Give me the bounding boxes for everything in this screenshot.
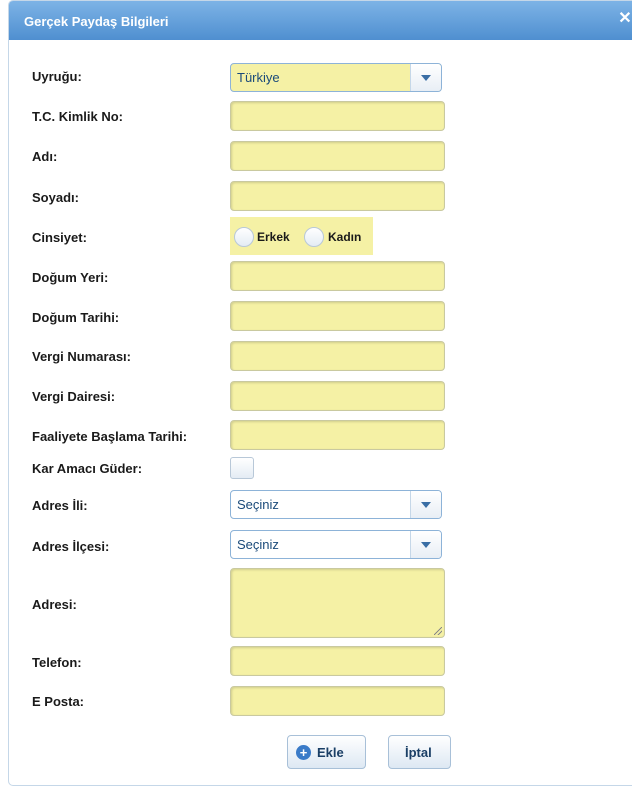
- erkek-label[interactable]: Erkek: [257, 230, 290, 244]
- adres-ili-label: Adres İli:: [32, 498, 88, 513]
- adi-label: Adı:: [32, 149, 58, 164]
- adres-ilcesi-value: Seçiniz: [237, 537, 279, 552]
- faaliyete-baslama-tarihi-input[interactable]: [230, 420, 445, 450]
- telefon-input[interactable]: [230, 646, 445, 676]
- dialog-titlebar[interactable]: Gerçek Paydaş Bilgileri ✕: [9, 1, 632, 40]
- telefon-label: Telefon:: [32, 655, 82, 670]
- e-posta-input[interactable]: [230, 686, 445, 716]
- tc-kimlik-no-label: T.C. Kimlik No:: [32, 109, 124, 124]
- vergi-numarasi-input[interactable]: [230, 341, 445, 371]
- plus-icon: +: [296, 745, 311, 760]
- erkek-radio[interactable]: [234, 227, 254, 247]
- adresi-textarea[interactable]: [230, 568, 445, 638]
- vergi-numarasi-label: Vergi Numarası:: [32, 349, 131, 364]
- vergi-dairesi-label: Vergi Dairesi:: [32, 389, 116, 404]
- vergi-dairesi-input[interactable]: [230, 381, 445, 411]
- chevron-down-icon: [421, 75, 431, 81]
- kadin-label[interactable]: Kadın: [328, 230, 361, 244]
- dogum-tarihi-input[interactable]: [230, 301, 445, 331]
- chevron-down-icon: [421, 542, 431, 548]
- kar-amaci-guder-label: Kar Amacı Güder:: [32, 461, 143, 476]
- uyrugu-value: Türkiye: [237, 70, 280, 85]
- dogum-yeri-input[interactable]: [230, 261, 445, 291]
- cinsiyet-label: Cinsiyet:: [32, 230, 87, 245]
- ekle-button[interactable]: + Ekle: [287, 735, 366, 769]
- chevron-down-icon: [421, 502, 431, 508]
- kar-amaci-guder-checkbox[interactable]: [230, 457, 254, 479]
- soyadi-input[interactable]: [230, 181, 445, 211]
- tc-kimlik-no-input[interactable]: [230, 101, 445, 131]
- adres-ilcesi-select[interactable]: Seçiniz: [230, 530, 442, 559]
- cinsiyet-radio-group: Erkek Kadın: [230, 217, 373, 255]
- adres-ili-value: Seçiniz: [237, 497, 279, 512]
- uyrugu-label: Uyruğu:: [32, 69, 82, 84]
- iptal-button[interactable]: İptal: [388, 735, 451, 769]
- dogum-yeri-label: Doğum Yeri:: [32, 270, 109, 285]
- ekle-label: Ekle: [317, 745, 344, 760]
- close-icon[interactable]: ✕: [617, 11, 632, 27]
- dogum-tarihi-label: Doğum Tarihi:: [32, 310, 120, 325]
- resize-grip-icon[interactable]: [434, 627, 442, 635]
- dialog-title: Gerçek Paydaş Bilgileri: [24, 14, 169, 29]
- faaliyete-baslama-tarihi-label: Faaliyete Başlama Tarihi:: [32, 429, 188, 444]
- adres-ilcesi-dropdown-button[interactable]: [410, 531, 441, 558]
- e-posta-label: E Posta:: [32, 694, 85, 709]
- adres-ili-select[interactable]: Seçiniz: [230, 490, 442, 519]
- uyrugu-dropdown-button[interactable]: [410, 64, 441, 91]
- adres-ilcesi-label: Adres İlçesi:: [32, 539, 110, 554]
- adi-input[interactable]: [230, 141, 445, 171]
- adresi-label: Adresi:: [32, 597, 77, 612]
- iptal-label: İptal: [405, 745, 432, 760]
- soyadi-label: Soyadı:: [32, 190, 79, 205]
- kadin-radio[interactable]: [304, 227, 324, 247]
- dialog: Gerçek Paydaş Bilgileri ✕ Uyruğu: Türkiy…: [8, 0, 632, 786]
- adres-ili-dropdown-button[interactable]: [410, 491, 441, 518]
- uyrugu-select[interactable]: Türkiye: [230, 63, 442, 92]
